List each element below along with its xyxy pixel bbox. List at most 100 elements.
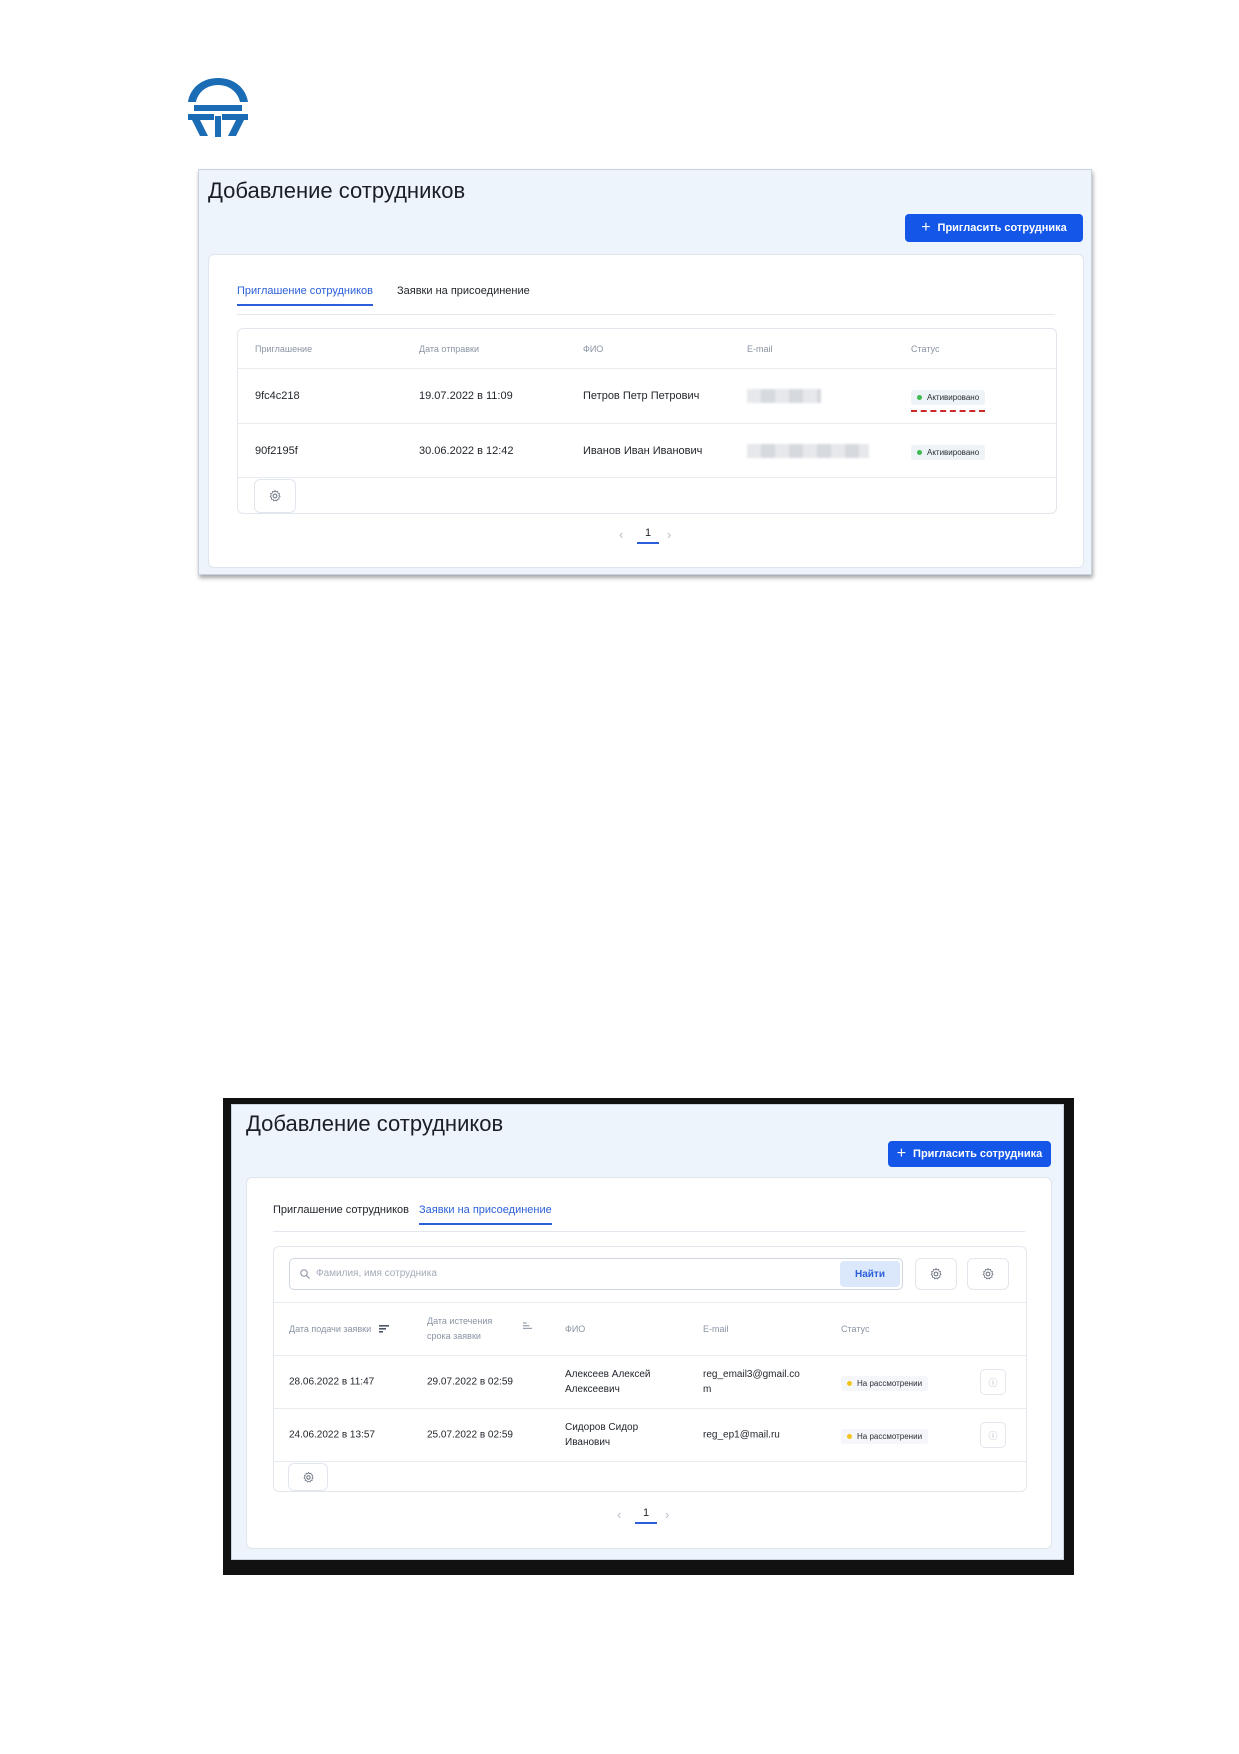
find-button[interactable]: Найти — [840, 1261, 900, 1287]
column-header-submitted[interactable]: Дата подачи заявки — [289, 1324, 390, 1334]
status-label: На рассмотрении — [857, 1432, 923, 1441]
column-header[interactable]: Приглашение — [255, 344, 312, 354]
status-label: На рассмотрении — [857, 1379, 923, 1388]
table-settings-button[interactable] — [288, 1463, 328, 1491]
chevron-left-icon[interactable]: ‹ — [619, 527, 623, 542]
full-name: Алексеев Алексей Алексеевич — [565, 1369, 651, 1395]
spellcheck-underline — [911, 410, 986, 412]
invite-employee-label: Пригласить сотрудника — [913, 1148, 1043, 1160]
plus-icon: + — [921, 219, 931, 236]
full-name: Петров Петр Петрович — [583, 390, 700, 402]
sort-desc-icon[interactable] — [379, 1325, 390, 1333]
status-dot-icon — [917, 449, 922, 455]
page-title: Добавление сотрудников — [208, 178, 466, 203]
status-badge: На рассмотрении — [841, 1373, 929, 1391]
submitted-date: 28.06.2022 в 11:47 — [289, 1376, 375, 1388]
status-badge: Активировано — [911, 387, 986, 412]
column-header[interactable]: Статус — [841, 1324, 869, 1334]
status-badge: Активировано — [911, 442, 986, 460]
content-card: Приглашение сотрудников Заявки на присое… — [208, 254, 1084, 568]
search-icon — [300, 1269, 310, 1279]
status-pill: Активировано — [911, 444, 986, 460]
email: reg_ep1@mail.ru — [703, 1429, 780, 1441]
row-info-button[interactable]: ⓘ — [980, 1369, 1006, 1395]
status-dot-icon — [847, 1381, 852, 1386]
status-dot-icon — [847, 1434, 852, 1439]
join-requests-table: Фамилия, имя сотрудника Найти Дата подач… — [273, 1246, 1027, 1492]
column-header[interactable]: Дата отправки — [419, 344, 479, 354]
email-redacted — [747, 443, 869, 458]
invitations-table: Приглашение Дата отправки ФИО E-mail Ста… — [237, 328, 1057, 514]
plus-icon: + — [896, 1145, 907, 1162]
info-icon: ⓘ — [980, 1422, 1006, 1448]
status-label: Активировано — [927, 447, 980, 457]
column-header[interactable]: Статус — [911, 344, 939, 354]
table-row[interactable]: 24.06.2022 в 13:57 25.07.2022 в 02:59 Си… — [274, 1409, 1026, 1462]
search-placeholder: Фамилия, имя сотрудника — [316, 1268, 437, 1279]
chevron-right-icon[interactable]: › — [667, 527, 671, 542]
invite-code: 9fc4c218 — [255, 390, 300, 402]
info-icon: ⓘ — [980, 1369, 1006, 1395]
invite-code: 90f2195f — [255, 444, 298, 457]
column-header[interactable]: ФИО — [565, 1324, 585, 1334]
gear-icon — [302, 1471, 314, 1483]
sort-asc-icon[interactable] — [523, 1322, 532, 1330]
gear-icon — [269, 489, 281, 502]
table-header: Приглашение Дата отправки ФИО E-mail Ста… — [238, 329, 1056, 369]
gear-icon — [982, 1267, 994, 1280]
company-logo — [186, 76, 250, 138]
pagination: ‹ 1 › — [607, 1505, 687, 1529]
status-pill: Активировано — [911, 390, 986, 405]
page-title: Добавление сотрудников — [246, 1111, 504, 1136]
column-settings-button[interactable] — [967, 1258, 1009, 1290]
search-input[interactable]: Фамилия, имя сотрудника Найти — [289, 1258, 903, 1290]
tab-join-requests[interactable]: Заявки на присоединение — [397, 285, 530, 304]
status-badge: На рассмотрении — [841, 1426, 929, 1444]
chevron-left-icon[interactable]: ‹ — [617, 1507, 621, 1522]
status-dot-icon — [917, 395, 922, 400]
tabs: Приглашение сотрудников Заявки на присое… — [237, 285, 1055, 315]
full-name: Иванов Иван Иванович — [583, 444, 703, 457]
row-info-button[interactable]: ⓘ — [980, 1422, 1006, 1448]
invite-employee-label: Пригласить сотрудника — [937, 222, 1067, 234]
invitations-screenshot: Добавление сотрудников + Пригласить сотр… — [198, 169, 1092, 575]
table-header: Дата подачи заявки Дата истечения срока … — [274, 1303, 1026, 1356]
status-pill: На рассмотрении — [841, 1429, 929, 1444]
tab-join-requests[interactable]: Заявки на присоединение — [419, 1204, 552, 1225]
table-settings-button[interactable] — [254, 479, 296, 513]
gear-icon — [930, 1267, 942, 1280]
table-row[interactable]: 90f2195f 30.06.2022 в 12:42 Иванов Иван … — [238, 424, 1056, 478]
expires-date: 29.07.2022 в 02:59 — [427, 1376, 513, 1388]
send-date: 30.06.2022 в 12:42 — [419, 444, 514, 457]
table-row[interactable]: 28.06.2022 в 11:47 29.07.2022 в 02:59 Ал… — [274, 1356, 1026, 1409]
invite-employee-button[interactable]: + Пригласить сотрудника — [888, 1141, 1051, 1167]
column-header[interactable]: E-mail — [703, 1324, 729, 1334]
page-number[interactable]: 1 — [637, 527, 659, 544]
page-number[interactable]: 1 — [635, 1507, 657, 1524]
tab-invitations[interactable]: Приглашение сотрудников — [237, 285, 374, 306]
filter-settings-button[interactable] — [915, 1258, 957, 1290]
tabs: Приглашение сотрудников Заявки на присое… — [273, 1204, 1025, 1232]
expires-date: 25.07.2022 в 02:59 — [427, 1429, 513, 1441]
column-header-expires[interactable]: Дата истечения срока заявки — [427, 1314, 552, 1344]
status-label: Активировано — [927, 393, 980, 402]
status-pill: На рассмотрении — [841, 1376, 929, 1391]
join-requests-screenshot: Добавление сотрудников + Пригласить сотр… — [223, 1098, 1074, 1575]
column-header[interactable]: ФИО — [583, 344, 603, 354]
screenshot-frame: Добавление сотрудников + Пригласить сотр… — [231, 1104, 1064, 1560]
chevron-right-icon[interactable]: › — [665, 1507, 669, 1522]
column-header[interactable]: E-mail — [747, 344, 773, 354]
tab-invitations[interactable]: Приглашение сотрудников — [273, 1204, 409, 1223]
column-header-label: Дата истечения срока заявки — [427, 1316, 493, 1341]
submitted-date: 24.06.2022 в 13:57 — [289, 1429, 375, 1441]
company-logo-icon — [188, 78, 248, 137]
email-redacted — [747, 389, 821, 403]
pagination: ‹ 1 › — [609, 525, 689, 549]
send-date: 19.07.2022 в 11:09 — [419, 390, 513, 402]
invite-employee-button[interactable]: + Пригласить сотрудника — [905, 214, 1083, 242]
full-name: Сидоров Сидор Иванович — [565, 1422, 639, 1448]
table-row[interactable]: 9fc4c218 19.07.2022 в 11:09 Петров Петр … — [238, 369, 1056, 424]
content-card: Приглашение сотрудников Заявки на присое… — [246, 1177, 1052, 1549]
column-header-label: Дата подачи заявки — [289, 1324, 372, 1334]
email: reg_email3@gmail.com — [703, 1369, 800, 1395]
